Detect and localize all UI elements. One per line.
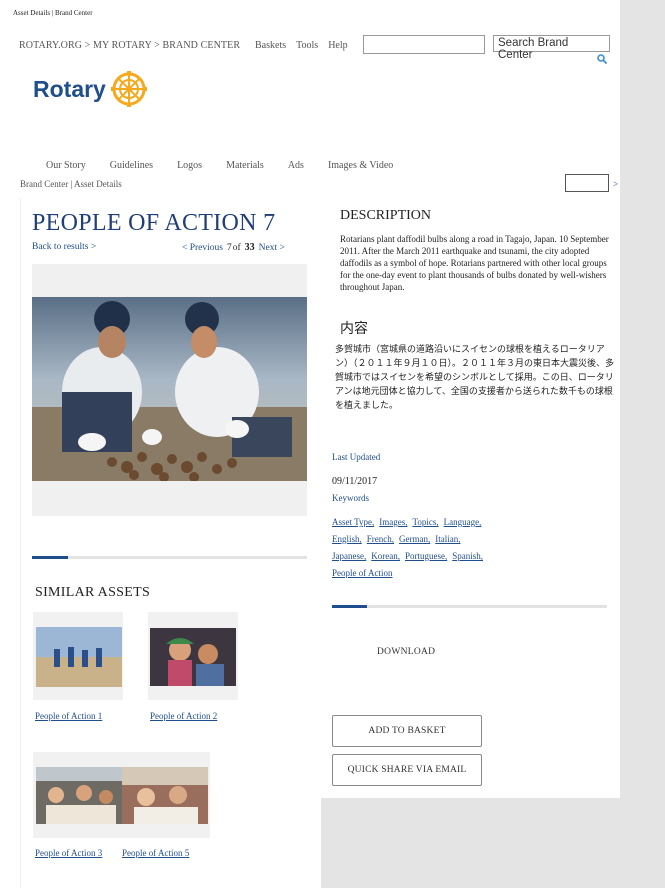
main-nav: Our Story Guidelines Logos Materials Ads… (46, 160, 417, 171)
search-icon[interactable] (597, 54, 607, 64)
nav-baskets[interactable]: Baskets (255, 40, 286, 51)
japanese-heading: 内容 (340, 321, 368, 337)
last-updated-value: 09/11/2017 (332, 476, 378, 487)
keyword-link[interactable]: Italian, (435, 534, 460, 544)
asset-photo[interactable] (32, 297, 307, 481)
keyword-link[interactable]: Japanese, (332, 551, 366, 561)
rotary-wheel-icon (110, 71, 147, 107)
nav-logos[interactable]: Logos (177, 160, 202, 171)
thumb-people-of-action-1[interactable] (36, 627, 122, 687)
keyword-link[interactable]: French, (367, 534, 394, 544)
thumb-people-of-action-5[interactable] (122, 767, 208, 824)
pager: < Previous 7 of 33 Next > (182, 242, 285, 253)
login-input[interactable] (363, 35, 485, 54)
similar-link-1[interactable]: People of Action 1 (35, 711, 102, 721)
total-count: 33 (244, 242, 255, 253)
similar-link-2[interactable]: People of Action 2 (150, 711, 217, 721)
japanese-description: 多賀城市（宮城県の道路沿いにスイセンの球根を植えるロータリアン）（２０１１年９月… (335, 345, 615, 411)
details-track (332, 605, 607, 608)
last-updated-label: Last Updated (332, 452, 381, 462)
thumb-people-of-action-2[interactable] (150, 628, 236, 686)
logo-wordmark: Rotary (33, 75, 106, 102)
keyword-list: Asset Type, Images, Topics, Language, Engli… (332, 514, 532, 582)
nav-help[interactable]: Help (328, 40, 347, 51)
carousel-indicator[interactable] (32, 556, 68, 559)
keyword-link[interactable]: Topics, (412, 517, 438, 527)
keyword-link[interactable]: Portuguese, (405, 551, 447, 561)
page-title: PEOPLE OF ACTION 7 (32, 210, 276, 236)
add-to-basket-button[interactable]: ADD TO BASKET (332, 715, 482, 747)
keyword-link[interactable]: People of Action (332, 568, 393, 578)
similar-link-5[interactable]: People of Action 5 (122, 848, 189, 858)
similar-link-3[interactable]: People of Action 3 (35, 848, 102, 858)
search-input[interactable]: Search Brand Center (493, 35, 610, 61)
previous-link[interactable]: < Previous (182, 243, 223, 253)
page-tab-title: Asset Details | Brand Center (13, 9, 93, 17)
nav-tools[interactable]: Tools (296, 40, 318, 51)
carousel-track (32, 556, 307, 559)
details-indicator[interactable] (332, 605, 367, 608)
description-text: Rotarians plant daffodil bulbs along a r… (340, 234, 609, 292)
top-nav: Baskets Tools Help (255, 40, 348, 51)
keyword-link[interactable]: English, (332, 534, 362, 544)
nav-images-video[interactable]: Images & Video (328, 160, 393, 171)
small-input[interactable] (565, 174, 609, 192)
current-index: 7 (226, 243, 232, 253)
keyword-link[interactable]: German, (399, 534, 430, 544)
right-gutter (620, 0, 665, 888)
site-breadcrumb[interactable]: ROTARY.ORG > MY ROTARY > BRAND CENTER (19, 40, 240, 51)
download-button[interactable]: DOWNLOAD (377, 647, 435, 657)
nav-ads[interactable]: Ads (288, 160, 304, 171)
keyword-link[interactable]: Korean, (371, 551, 400, 561)
keywords-label: Keywords (332, 493, 369, 503)
nav-guidelines[interactable]: Guidelines (110, 160, 153, 171)
pager-of: of (232, 243, 241, 253)
keyword-link[interactable]: Asset Type, (332, 517, 374, 527)
rotary-logo[interactable]: Rotary (33, 70, 148, 108)
keyword-link[interactable]: Spanish, (452, 551, 483, 561)
thumb-people-of-action-3[interactable] (36, 767, 122, 824)
keyword-link[interactable]: Language, (444, 517, 482, 527)
description-heading: DESCRIPTION (340, 208, 432, 223)
gray-background (320, 798, 620, 888)
similar-assets-heading: SIMILAR ASSETS (35, 585, 151, 600)
nav-our-story[interactable]: Our Story (46, 160, 86, 171)
quick-share-email-button[interactable]: QUICK SHARE VIA EMAIL (332, 754, 482, 786)
nav-materials[interactable]: Materials (226, 160, 264, 171)
breadcrumb[interactable]: Brand Center | Asset Details (20, 179, 122, 189)
keyword-link[interactable]: Images, (379, 517, 407, 527)
back-to-results-link[interactable]: Back to results > (32, 242, 96, 252)
go-arrow[interactable]: > (613, 179, 618, 189)
next-link[interactable]: Next > (259, 243, 285, 253)
